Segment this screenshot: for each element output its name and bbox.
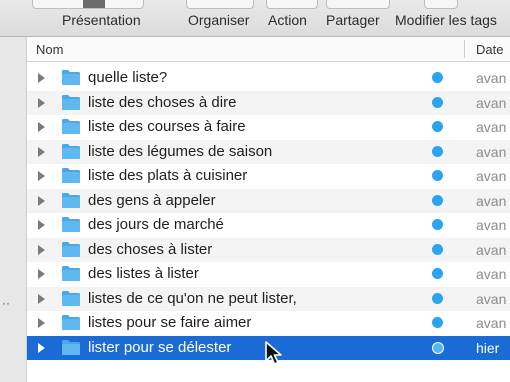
toolbar-modifier-tags-button[interactable]: Modifier les tags [395, 12, 497, 28]
status-dot-icon [432, 268, 443, 279]
disclosure-triangle-icon[interactable] [38, 195, 45, 206]
list-item[interactable]: quelle liste? avan [27, 66, 510, 91]
list-item-name: des jours de marché [88, 216, 224, 233]
status-dot-icon [432, 72, 443, 83]
disclosure-triangle-icon[interactable] [38, 146, 45, 157]
organiser-control[interactable] [186, 0, 254, 9]
mouse-pointer-icon [265, 341, 282, 365]
view-mode-segmented-control[interactable] [32, 0, 144, 9]
list-item-date: avan [476, 241, 507, 258]
list-item-name: quelle liste? [88, 69, 168, 86]
folder-icon [62, 290, 80, 306]
column-separator[interactable] [464, 40, 465, 58]
list-item-name: liste des plats à cuisiner [88, 167, 248, 184]
list-item-date: avan [476, 217, 507, 233]
disclosure-triangle-icon[interactable] [38, 269, 45, 279]
list-item[interactable]: liste des choses à dire avan [27, 90, 510, 115]
status-dot-icon [432, 170, 443, 181]
folder-icon [62, 217, 80, 232]
list-item-name: liste des légumes de saison [88, 142, 273, 160]
disclosure-triangle-icon[interactable] [38, 220, 45, 230]
status-dot-icon [432, 121, 443, 132]
column-header-date[interactable]: Date [476, 42, 503, 57]
list-item-date: avan [476, 315, 507, 331]
sidebar-ellipsis: ·· [2, 296, 10, 310]
column-header-name[interactable]: Nom [36, 42, 63, 57]
disclosure-triangle-icon[interactable] [38, 244, 45, 255]
list-item[interactable]: liste des courses à faire avan [27, 115, 510, 140]
list-item-name: des gens à appeler [88, 191, 216, 209]
disclosure-triangle-icon[interactable] [38, 171, 45, 181]
folder-icon [62, 119, 80, 134]
status-dot-icon [432, 219, 443, 230]
list-item-date: avan [476, 94, 507, 111]
folder-icon [62, 70, 80, 85]
list-item[interactable]: des choses à lister avan [27, 237, 510, 262]
disclosure-triangle-icon[interactable] [38, 122, 45, 132]
status-dot-icon [432, 145, 443, 157]
status-dot-icon [432, 243, 443, 255]
status-dot-icon [432, 317, 443, 328]
folder-icon [62, 241, 80, 257]
list-item-date: avan [476, 70, 507, 86]
list-item-name: des choses à lister [88, 240, 213, 258]
status-dot-icon [432, 96, 443, 108]
folder-icon [62, 192, 80, 208]
tags-control[interactable] [424, 0, 458, 9]
folder-icon [62, 266, 80, 281]
folder-icon [62, 143, 80, 159]
status-dot-icon [432, 194, 443, 206]
list-item-date: avan [476, 119, 507, 135]
list-item[interactable]: liste des plats à cuisiner avan [27, 164, 510, 189]
list-item[interactable]: des jours de marché avan [27, 213, 510, 238]
list-item-name: liste des courses à faire [88, 118, 246, 135]
file-list[interactable]: Nom Date quelle liste? avan liste des chos… [27, 37, 510, 382]
toolbar-action-button[interactable]: Action [268, 12, 307, 28]
folder-icon [62, 94, 80, 110]
list-header: Nom Date [27, 37, 510, 62]
list-item-date: hier [476, 339, 500, 356]
list-item-name: lister pour se délester [88, 338, 232, 356]
disclosure-triangle-icon[interactable] [38, 97, 45, 108]
toolbar-presentation-button[interactable]: Présentation [62, 12, 141, 28]
folder-icon [62, 168, 80, 183]
list-item-date: avan [476, 266, 507, 282]
disclosure-triangle-icon[interactable] [38, 318, 45, 328]
list-item-date: avan [476, 192, 507, 209]
disclosure-triangle-icon[interactable] [38, 73, 45, 83]
list-item[interactable]: listes pour se faire aimer avan [27, 311, 510, 336]
list-item-date: avan [476, 290, 507, 307]
list-item[interactable]: liste des légumes de saison avan [27, 139, 510, 164]
list-item[interactable]: des gens à appeler avan [27, 188, 510, 213]
list-item-name: liste des choses à dire [88, 93, 237, 111]
list-item-date: avan [476, 143, 507, 160]
toolbar-partager-button[interactable]: Partager [326, 12, 380, 28]
list-item-name: des listes à lister [88, 265, 199, 282]
folder-icon [62, 315, 80, 330]
folder-icon [62, 339, 80, 355]
action-control[interactable] [266, 0, 318, 9]
list-item-name: listes de ce qu'on ne peut lister, [88, 289, 297, 307]
list-item-date: avan [476, 168, 507, 184]
disclosure-triangle-icon[interactable] [38, 293, 45, 304]
status-dot-icon [432, 341, 444, 354]
disclosure-triangle-icon[interactable] [38, 342, 45, 353]
list-item[interactable]: listes de ce qu'on ne peut lister, avan [27, 286, 510, 311]
list-item-name: listes pour se faire aimer [88, 314, 252, 331]
toolbar-organiser-button[interactable]: Organiser [188, 12, 249, 28]
status-dot-icon [432, 292, 443, 304]
sidebar-edge: ·· [0, 37, 27, 382]
toolbar: Présentation Organiser Action Partager M… [0, 0, 510, 37]
partager-control[interactable] [326, 0, 390, 9]
view-mode-selected-segment[interactable] [83, 0, 105, 8]
list-item[interactable]: des listes à lister avan [27, 262, 510, 287]
